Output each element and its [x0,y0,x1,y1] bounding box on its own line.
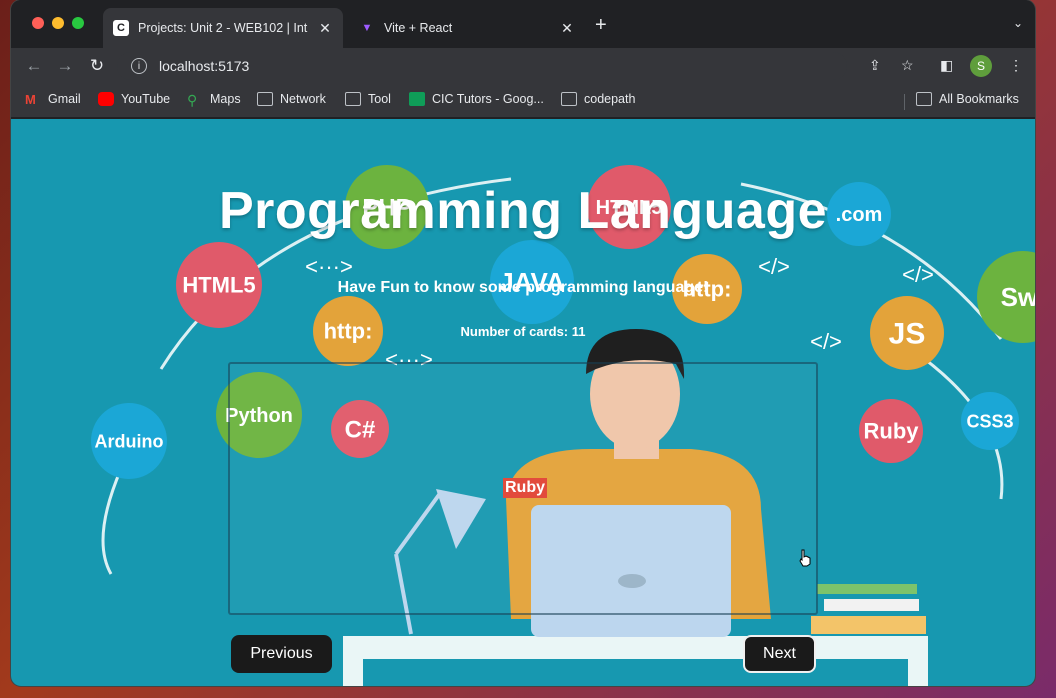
close-window-button[interactable] [32,17,44,29]
close-icon[interactable]: ✕ [559,20,575,37]
side-panel-icon[interactable]: ◧ [940,57,953,74]
all-bookmarks[interactable]: All Bookmarks [916,92,1019,106]
page-title: Programming Language [218,182,828,240]
site-info-icon[interactable]: i [131,58,147,74]
bookmark-tool[interactable]: Tool [345,92,391,106]
tab-search-chevron-icon[interactable]: ⌄ [1013,16,1023,30]
code-glyph-1: </> [758,254,790,279]
folder-icon [916,92,932,106]
back-arrow-icon[interactable]: ← [23,55,45,77]
maps-icon: ⚲ [187,92,198,108]
folder-icon [257,92,273,106]
next-button[interactable]: Next [743,635,816,673]
browser-toolbar: ← → ↻ i localhost:5173 ⇪ ☆ ◧ S ⋮ [11,48,1035,84]
page-subtitle: Have Fun to know some programming langua… [337,279,709,296]
url-text: localhost:5173 [159,58,250,74]
previous-button[interactable]: Previous [231,635,332,673]
tab-vite-react[interactable]: ▼ Vite + React ✕ [349,8,585,48]
bookmarks-divider [904,94,905,110]
address-bar[interactable]: i localhost:5173 [117,52,847,80]
browser-window: C Projects: Unit 2 - WEB102 | Int ✕ ▼ Vi… [11,0,1035,686]
code-glyph-0: <···> [305,254,353,279]
new-tab-button[interactable]: + [595,15,607,35]
bubble-label-12: Ruby [864,419,920,444]
bubble-label-11: Arduino [95,431,164,451]
vite-icon: ▼ [361,22,373,34]
app-page: PHPHTML5.comHTML5JAVAhttp:Swihttp:JSPyth… [11,119,1035,686]
sheets-icon [409,92,425,106]
tab-title: Projects: Unit 2 - WEB102 | Int [138,21,308,35]
close-icon[interactable]: ✕ [317,20,333,37]
bubble-label-13: CSS3 [966,411,1013,431]
tab-strip: C Projects: Unit 2 - WEB102 | Int ✕ ▼ Vi… [11,0,1035,48]
kebab-menu-icon[interactable]: ⋮ [1009,57,1023,74]
share-icon[interactable]: ⇪ [869,57,881,74]
bookmark-gmail[interactable]: M Gmail [25,92,81,107]
bookmark-cic-tutors[interactable]: CIC Tutors - Goog... [409,92,544,106]
profile-avatar[interactable]: S [970,55,992,77]
folder-icon [345,92,361,106]
bookmark-codepath[interactable]: codepath [561,92,635,106]
bookmark-youtube[interactable]: YouTube [98,92,170,106]
minimize-window-button[interactable] [52,17,64,29]
maximize-window-button[interactable] [72,17,84,29]
star-icon[interactable]: ☆ [901,57,914,74]
codepath-icon: C [113,20,129,36]
gmail-icon: M [25,92,36,107]
bookmarks-bar: M Gmail YouTube ⚲ Maps Network Tool CIC … [11,84,1035,118]
reload-icon[interactable]: ↻ [86,55,108,77]
bookmark-maps[interactable]: ⚲ Maps [187,92,241,108]
tab-projects[interactable]: C Projects: Unit 2 - WEB102 | Int ✕ [103,8,343,48]
forward-arrow-icon[interactable]: → [54,55,76,77]
folder-icon [561,92,577,106]
youtube-icon [98,92,114,106]
hand-cursor-icon [799,549,811,567]
flashcard[interactable]: Ruby [228,362,818,615]
bookmark-network[interactable]: Network [257,92,326,106]
flashcard-label: Ruby [503,478,547,498]
card-count: Number of cards: 11 [460,324,586,339]
tab-title: Vite + React [384,21,453,35]
